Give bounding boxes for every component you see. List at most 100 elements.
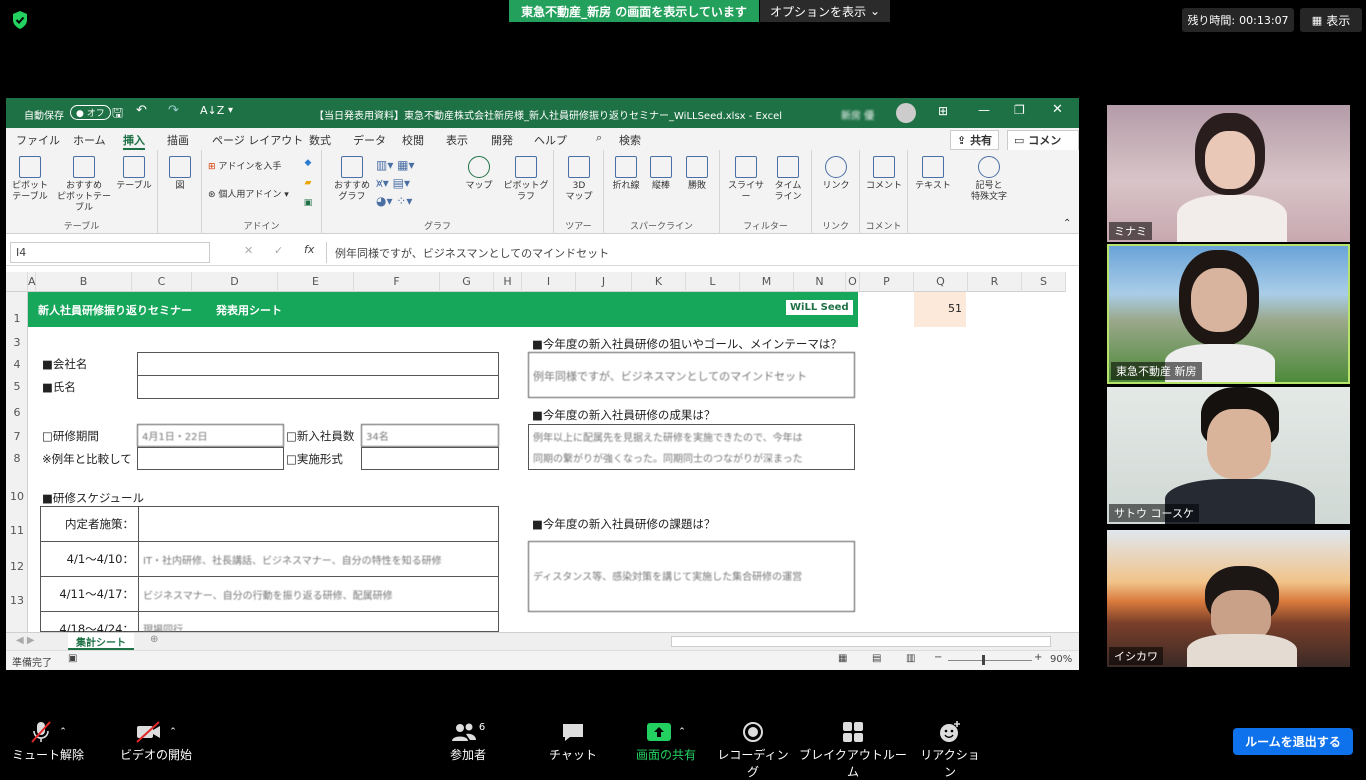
zoom-in-icon[interactable]: + <box>1034 652 1042 663</box>
share-button[interactable]: ⇪ 共有 <box>950 130 1000 150</box>
formula-input[interactable]: 例年同様ですが、ビジネスマンとしてのマインドセット <box>326 242 1076 263</box>
reactions-button[interactable]: リアクション <box>915 718 985 780</box>
column-header[interactable]: S <box>1022 272 1066 292</box>
sparkline-column-button[interactable]: 縦棒 <box>646 156 676 192</box>
normal-view-icon[interactable]: ▦ <box>838 653 847 664</box>
insert-comment-button[interactable]: コメント <box>866 156 902 192</box>
start-video-button[interactable]: ⌃ ビデオの開始 <box>116 718 196 763</box>
column-header[interactable]: N <box>794 272 846 292</box>
tab-formulas[interactable]: 数式 <box>309 132 331 148</box>
link-button[interactable]: リンク <box>820 156 852 192</box>
leave-room-button[interactable]: ルームを退出する <box>1233 728 1353 755</box>
timeline-button[interactable]: タイム ライン <box>770 156 806 203</box>
symbol-button[interactable]: 記号と 特殊文字 <box>964 156 1014 203</box>
pivot-chart-button[interactable]: ピボットグラフ <box>502 156 550 203</box>
row-header[interactable]: 10 <box>6 490 28 503</box>
cell-q1[interactable]: 51 <box>914 292 966 327</box>
column-header[interactable]: I <box>522 272 576 292</box>
table-button[interactable]: テーブル <box>116 156 152 192</box>
view-layout-button[interactable]: ▦ 表示 <box>1300 8 1362 32</box>
unmute-button[interactable]: ⌃ ミュート解除 <box>8 718 88 763</box>
chevron-up-icon[interactable]: ⌃ <box>59 727 67 737</box>
column-header[interactable]: K <box>632 272 686 292</box>
user-avatar[interactable] <box>896 103 916 123</box>
share-screen-button[interactable]: ⌃ 画面の共有 <box>626 718 706 763</box>
zoom-slider-thumb[interactable] <box>982 655 985 665</box>
tab-page-layout[interactable]: ページ レイアウト <box>212 132 303 148</box>
save-icon[interactable]: 🖫 <box>112 104 123 126</box>
tab-view[interactable]: 表示 <box>446 132 468 148</box>
row-header[interactable]: 4 <box>6 358 28 371</box>
column-header[interactable]: A <box>28 272 36 292</box>
cancel-icon[interactable]: ✕ <box>244 244 253 257</box>
page-layout-view-icon[interactable]: ▤ <box>872 653 881 664</box>
prev-sheet-icon[interactable]: ◀ ▶ <box>16 635 35 646</box>
text-button[interactable]: テキスト <box>914 156 952 192</box>
tab-file[interactable]: ファイル <box>16 132 60 148</box>
pivot-table-button[interactable]: ピボット テーブル <box>12 156 48 203</box>
tab-draw[interactable]: 描画 <box>167 132 189 148</box>
format-value[interactable] <box>361 447 499 470</box>
autosave-toggle[interactable]: ● オフ <box>70 105 111 120</box>
period-value[interactable]: 4月1日・22日 <box>137 424 284 447</box>
name-box[interactable]: I4 <box>10 242 210 263</box>
row-header[interactable]: 13 <box>6 594 28 607</box>
column-header[interactable]: F <box>354 272 440 292</box>
get-addin-button[interactable]: ⊞ アドインを入手 <box>208 162 288 173</box>
map-button[interactable]: マップ <box>464 156 494 192</box>
video-tile[interactable]: ミナミ <box>1107 105 1350 242</box>
column-header[interactable]: L <box>686 272 740 292</box>
sort-icon[interactable]: A↓Z <box>200 104 224 117</box>
chart-type-buttons[interactable]: ▥▾ ▦▾ ⩙▾ ▤▾ ◕▾ ⁘▾ <box>376 156 422 210</box>
figure-button[interactable]: 図 <box>168 156 192 192</box>
row-header[interactable]: 11 <box>6 524 28 537</box>
record-button[interactable]: レコーディング <box>714 718 792 780</box>
select-all-corner[interactable] <box>6 272 28 292</box>
customize-qat-icon[interactable]: ▾ <box>228 105 233 116</box>
bing-icon[interactable]: ◆ <box>300 158 316 169</box>
participants-button[interactable]: 6 参加者 <box>434 718 502 763</box>
power-bi-icon[interactable]: ▰ <box>300 178 316 189</box>
video-tile-active-speaker[interactable]: 東急不動産 新房 <box>1107 244 1350 384</box>
3d-map-button[interactable]: 3D マップ <box>564 156 594 203</box>
result-answer[interactable]: 例年以上に配属先を見据えた研修を実施できたので、今年は 同期の繋がりが強くなった… <box>528 424 855 470</box>
recommended-chart-button[interactable]: おすすめ グラフ <box>334 156 370 203</box>
row-header[interactable]: 12 <box>6 560 28 573</box>
column-header[interactable]: G <box>440 272 494 292</box>
redo-icon[interactable]: ↷ <box>168 103 179 118</box>
row-header[interactable]: 3 <box>6 336 28 349</box>
slicer-button[interactable]: スライサー <box>726 156 766 203</box>
column-header[interactable]: H <box>494 272 522 292</box>
video-tile[interactable]: イシカワ <box>1107 530 1350 667</box>
column-header[interactable]: C <box>132 272 192 292</box>
row-header[interactable]: 5 <box>6 380 28 393</box>
tab-developer[interactable]: 開発 <box>491 132 513 148</box>
column-header[interactable]: M <box>740 272 794 292</box>
zoom-slider[interactable] <box>948 660 1032 661</box>
chat-button[interactable]: チャット <box>543 718 603 763</box>
function-icon[interactable]: fx <box>304 243 314 256</box>
row-header[interactable]: 1 <box>6 312 28 325</box>
ribbon-display-icon[interactable]: ⊞ <box>938 104 948 118</box>
chevron-up-icon[interactable]: ⌃ <box>169 727 177 737</box>
row-header[interactable]: 7 <box>6 430 28 443</box>
zoom-out-icon[interactable]: − <box>934 652 942 663</box>
minimize-icon[interactable]: — <box>978 103 990 117</box>
column-header[interactable]: R <box>968 272 1022 292</box>
column-header[interactable]: D <box>192 272 278 292</box>
row-header[interactable]: 8 <box>6 452 28 465</box>
breakout-rooms-button[interactable]: ブレイクアウトルーム <box>798 718 908 780</box>
collapse-ribbon-icon[interactable]: ⌃ <box>1063 218 1071 229</box>
column-header[interactable]: J <box>576 272 632 292</box>
add-sheet-icon[interactable]: ⊕ <box>150 634 158 645</box>
sheet-tab-active[interactable]: 集計シート <box>68 633 134 650</box>
tab-help[interactable]: ヘルプ <box>534 132 567 148</box>
enter-icon[interactable]: ✓ <box>274 244 283 257</box>
column-header[interactable]: Q <box>914 272 968 292</box>
tab-data[interactable]: データ <box>353 132 386 148</box>
tab-home[interactable]: ホーム <box>73 132 106 148</box>
column-header[interactable]: B <box>36 272 132 292</box>
macro-record-icon[interactable]: ▣ <box>68 653 77 664</box>
horizontal-scrollbar[interactable] <box>671 636 1051 647</box>
recommended-pivot-button[interactable]: おすすめ ピボットテーブル <box>54 156 114 214</box>
